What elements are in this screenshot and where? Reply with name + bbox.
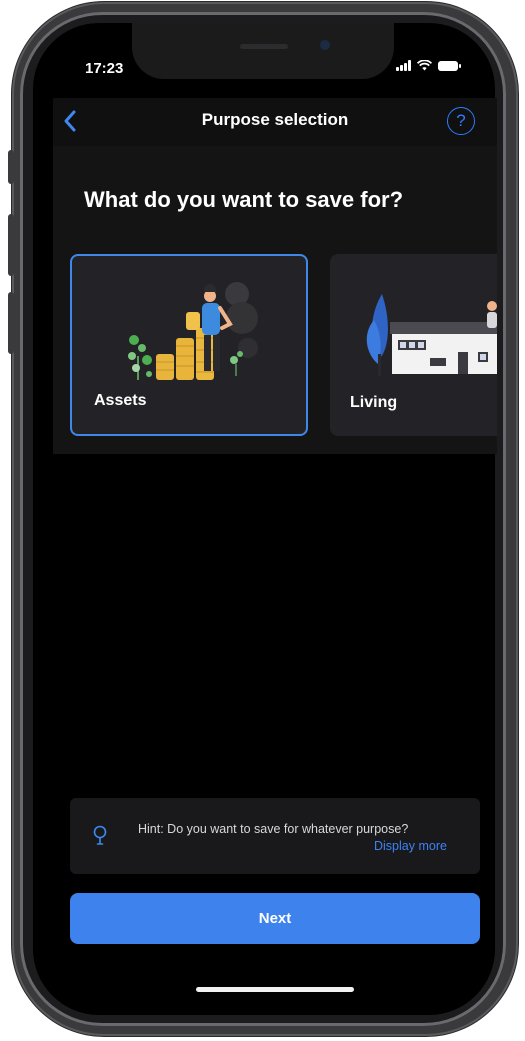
purpose-card-assets[interactable]: Assets [70, 254, 308, 436]
next-button[interactable]: Next [70, 893, 480, 944]
home-indicator[interactable] [196, 987, 354, 992]
side-button-volume-down [8, 292, 14, 354]
hint-text: Hint: Do you want to save for whatever p… [138, 822, 409, 836]
wifi-icon [417, 60, 432, 71]
side-button-volume-up [8, 214, 14, 276]
lightbulb-icon [93, 825, 107, 845]
help-button[interactable]: ? [447, 107, 475, 135]
question-heading: What do you want to save for? [84, 187, 404, 212]
back-button[interactable] [58, 104, 88, 138]
card-label-assets: Assets [94, 392, 147, 409]
display-more-link[interactable]: Display more [374, 839, 447, 853]
page-title: Purpose selection [201, 110, 349, 129]
speaker-grille [240, 44, 288, 49]
battery-icon [438, 60, 461, 71]
status-icons [396, 60, 461, 71]
status-time: 17:23 [85, 60, 124, 77]
purpose-card-living[interactable]: Living [330, 254, 497, 436]
signal-icon [396, 60, 411, 71]
help-icon: ? [456, 111, 466, 130]
side-button-mute [8, 150, 14, 184]
front-camera [320, 40, 330, 50]
notch [132, 23, 394, 79]
chevron-left-icon [64, 110, 76, 132]
card-label-living: Living [350, 394, 398, 411]
